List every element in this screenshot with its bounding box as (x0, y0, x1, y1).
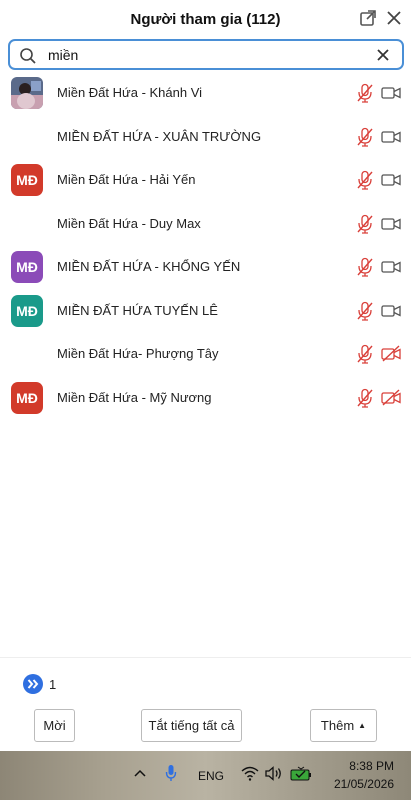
taskbar: ENG 8:38 PM 21/05/2026 (0, 751, 411, 800)
search-box[interactable]: miền (8, 39, 404, 70)
camera-off-icon[interactable] (381, 388, 401, 406)
camera-icon[interactable] (381, 171, 401, 188)
battery-icon[interactable] (290, 766, 312, 781)
participant-name: MIỀN ĐẤT HỨA - KHỔNG YẾN (57, 259, 241, 274)
camera-icon[interactable] (381, 215, 401, 232)
search-input[interactable]: miền (48, 47, 78, 63)
participant-row[interactable]: MIỀN ĐẤT HỨA - XUÂN TRƯỜNG (0, 115, 411, 158)
participant-name: MIỀN ĐẤT HỨA TUYẾN LÊ (57, 302, 218, 318)
volume-icon[interactable] (265, 766, 283, 781)
mic-muted-icon[interactable] (356, 214, 374, 234)
camera-icon[interactable] (381, 302, 401, 319)
clock-date[interactable]: 21/05/2026 (330, 777, 394, 791)
more-label: Thêm (320, 718, 355, 733)
participant-name: Miền Đất Hứa - Duy Max (57, 215, 201, 231)
invite-button[interactable]: Mời (34, 709, 75, 742)
participant-row[interactable]: Miền Đất Hứa - Duy Max (0, 202, 411, 245)
mic-muted-icon[interactable] (356, 388, 374, 408)
participant-row[interactable]: Miền Đất Hứa - Khánh Vi (0, 71, 411, 114)
mic-muted-icon[interactable] (356, 83, 374, 103)
clear-icon[interactable] (376, 48, 390, 62)
wifi-icon[interactable] (241, 766, 259, 781)
camera-icon[interactable] (381, 128, 401, 145)
more-button[interactable]: Thêm ▲ (310, 709, 377, 742)
pager: 1 (0, 657, 411, 705)
mic-muted-icon[interactable] (356, 170, 374, 190)
chevron-up-icon[interactable] (133, 767, 147, 779)
avatar: MĐ (11, 294, 43, 327)
popout-icon[interactable] (359, 9, 377, 27)
mic-muted-icon[interactable] (356, 257, 374, 277)
panel-header: Người tham gia (112) (0, 0, 411, 38)
avatar-photo (11, 77, 43, 109)
avatar: MĐ (11, 164, 43, 196)
mic-muted-icon[interactable] (356, 344, 374, 364)
search-icon (20, 48, 36, 64)
close-icon[interactable] (385, 9, 403, 27)
camera-icon[interactable] (381, 258, 401, 275)
double-chevron-right-icon[interactable] (23, 674, 43, 694)
participant-name: Miền Đất Hứa - Mỹ Nương (57, 389, 212, 405)
avatar: MĐ (11, 251, 43, 283)
mute-all-button[interactable]: Tắt tiếng tất cả (141, 709, 242, 742)
clock-time[interactable]: 8:38 PM (346, 759, 394, 773)
microphone-icon[interactable] (165, 764, 177, 782)
avatar: MĐ (11, 381, 43, 414)
camera-off-icon[interactable] (381, 345, 401, 362)
participant-name: Miền Đất Hứa - Hải Yến (57, 172, 196, 187)
caret-up-icon: ▲ (358, 721, 367, 730)
participant-name: Miền Đất Hứa- Phượng Tây (57, 346, 219, 361)
participant-row[interactable]: MĐ Miền Đất Hứa - Hải Yến (0, 158, 411, 201)
participant-row[interactable]: MĐ Miền Đất Hứa - Mỹ Nương (0, 376, 411, 419)
mic-muted-icon[interactable] (356, 127, 374, 147)
participant-row[interactable]: MĐ MIỀN ĐẤT HỨA TUYẾN LÊ (0, 289, 411, 332)
participant-name: Miền Đất Hứa - Khánh Vi (57, 85, 203, 100)
participant-row[interactable]: MĐ MIỀN ĐẤT HỨA - KHỔNG YẾN (0, 245, 411, 288)
camera-icon[interactable] (381, 84, 401, 101)
panel-title: Người tham gia (112) (130, 11, 281, 28)
mic-muted-icon[interactable] (356, 301, 374, 321)
participant-row[interactable]: Miền Đất Hứa- Phượng Tây (0, 332, 411, 375)
language-indicator[interactable]: ENG (198, 769, 224, 783)
participant-name: MIỀN ĐẤT HỨA - XUÂN TRƯỜNG (57, 128, 262, 144)
page-number: 1 (49, 677, 57, 692)
